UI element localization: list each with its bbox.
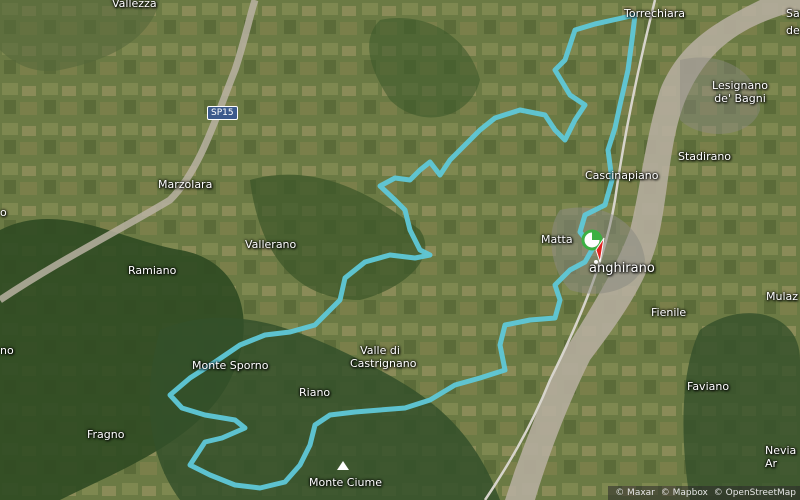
place-label: Vallezza [112,0,157,10]
place-label: Mulaz [766,290,799,303]
place-label: Monte Sporno [192,359,269,372]
place-label: Nevia Ar [765,444,797,470]
road-shield: SP15 [207,106,238,120]
place-label: anghirano [589,261,655,276]
place-label: Fienile [651,306,687,319]
attribution-maxar[interactable]: © Maxar [615,488,655,498]
forest-area [683,313,800,500]
place-label: Monte Ciume [309,476,382,489]
place-label: Vallerano [245,238,297,251]
place-label: no [0,344,14,357]
place-label: Ramiano [128,264,177,277]
place-label: Lesignano de' Bagni [712,79,768,105]
place-label: de [786,24,800,37]
place-label: Matta [541,233,573,246]
place-label: o [0,206,7,219]
attribution-osm[interactable]: © OpenStreetMap [714,488,796,498]
place-label: Valle di Castrignano [350,344,417,370]
satellite-map[interactable]: Vallezza Torrechiara Lesignano de' Bagni… [0,0,800,500]
place-label: Sa [786,7,800,20]
place-label: Fragno [87,428,125,441]
place-label: Stadirano [678,150,732,163]
place-label: Cascinapiano [585,169,659,182]
place-label: Faviano [687,380,730,393]
map-canvas [0,0,800,500]
attribution-mapbox[interactable]: © Mapbox [661,488,708,498]
map-attribution: © Maxar © Mapbox © OpenStreetMap [608,486,800,500]
place-label: Torrechiara [624,7,686,20]
place-label: Riano [299,386,331,399]
place-label: Marzolara [158,178,213,191]
